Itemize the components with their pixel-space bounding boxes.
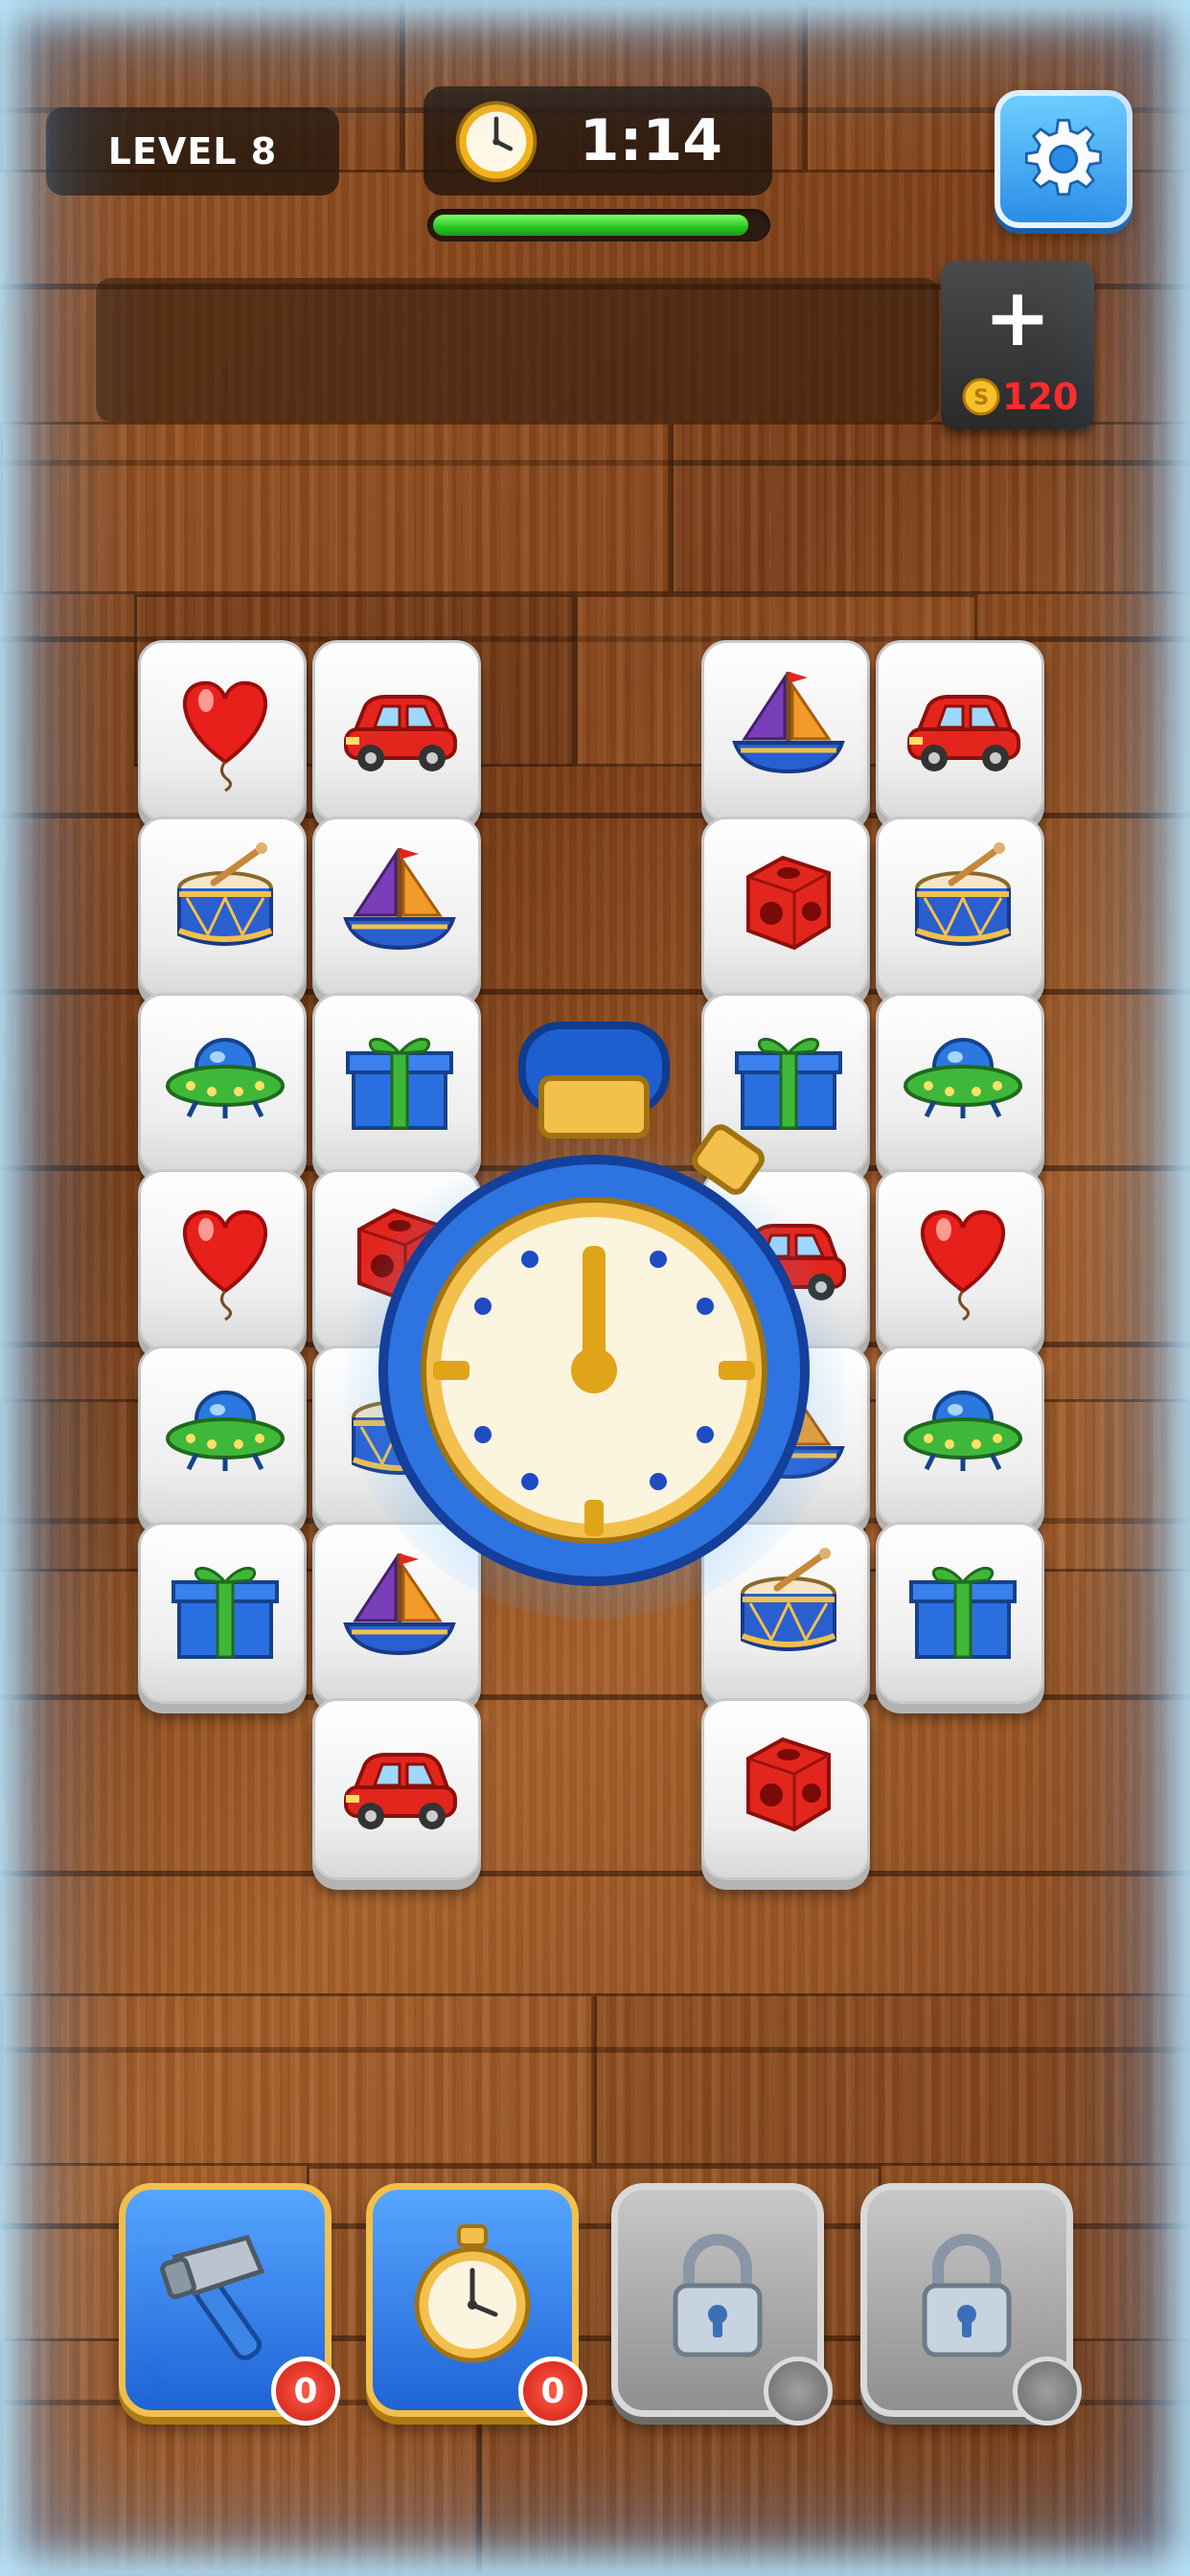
gear-icon	[1024, 119, 1103, 196]
drum-icon	[177, 842, 273, 946]
sailboat-icon	[343, 848, 456, 951]
svg-text:S: S	[973, 386, 989, 410]
tile-slot-tray	[96, 278, 939, 422]
tile-heart-balloon[interactable]	[138, 640, 307, 822]
coin-icon: S	[962, 378, 1000, 416]
heart-balloon-icon	[182, 1209, 268, 1322]
tile-ufo[interactable]	[138, 1346, 307, 1528]
timer-progress-bar	[427, 209, 770, 242]
tile-sailboat[interactable]	[701, 640, 870, 822]
tile-ufo[interactable]	[876, 1346, 1044, 1528]
locked-slot-2-badge	[1013, 2357, 1082, 2426]
hammer-count-badge: 0	[271, 2357, 340, 2426]
ufo-icon	[166, 1038, 285, 1118]
red-car-icon	[907, 695, 1020, 771]
red-car-icon	[344, 1753, 457, 1829]
level-label: LEVEL 8	[107, 130, 278, 172]
add-slot-button[interactable]: + S 120	[941, 261, 1094, 429]
plus-icon: +	[983, 270, 1052, 364]
timer-progress-fill	[433, 215, 748, 236]
heart-balloon-icon	[920, 1209, 1006, 1322]
gift-box-icon	[909, 1566, 1017, 1659]
clock-icon	[455, 101, 538, 183]
locked-booster-slot-1[interactable]	[611, 2183, 833, 2426]
settings-button[interactable]	[995, 90, 1133, 228]
tile-red-car[interactable]	[312, 1698, 481, 1880]
level-indicator: LEVEL 8	[46, 107, 339, 196]
red-car-icon	[344, 695, 457, 771]
freeze-time-booster-button[interactable]: 0	[366, 2183, 587, 2426]
locked-slot-1-badge	[764, 2357, 833, 2426]
gift-box-icon	[172, 1566, 279, 1659]
tile-red-car[interactable]	[312, 640, 481, 822]
heart-balloon-icon	[182, 680, 268, 793]
hammer-booster-button[interactable]: 0	[119, 2183, 340, 2426]
add-slot-cost: 120	[1002, 376, 1079, 418]
drum-icon	[915, 842, 1011, 946]
stopwatch-icon	[414, 2224, 531, 2363]
lock-icon	[922, 2234, 1012, 2358]
red-cube-icon	[746, 1736, 831, 1832]
ufo-icon	[904, 1391, 1022, 1471]
tile-heart-balloon[interactable]	[876, 1169, 1044, 1351]
tile-drum[interactable]	[138, 816, 307, 999]
hammer-icon	[160, 2235, 265, 2360]
red-cube-icon	[746, 855, 831, 951]
locked-booster-slot-2[interactable]	[860, 2183, 1082, 2426]
timer-value: 1:14	[579, 107, 722, 174]
lock-icon	[673, 2234, 763, 2358]
ufo-icon	[166, 1391, 285, 1471]
tile-gift-box[interactable]	[138, 1522, 307, 1704]
tile-red-car[interactable]	[876, 640, 1044, 822]
ufo-icon	[904, 1038, 1022, 1118]
timer-panel: 1:14	[423, 86, 772, 196]
sailboat-icon	[732, 672, 845, 774]
stopwatch-freeze-icon	[345, 1022, 843, 1620]
tile-red-cube[interactable]	[701, 1698, 870, 1880]
tile-ufo[interactable]	[138, 993, 307, 1175]
tile-ufo[interactable]	[876, 993, 1044, 1175]
freeze-time-count-badge: 0	[518, 2357, 587, 2426]
tile-heart-balloon[interactable]	[138, 1169, 307, 1351]
tile-drum[interactable]	[876, 816, 1044, 999]
tile-gift-box[interactable]	[876, 1522, 1044, 1704]
